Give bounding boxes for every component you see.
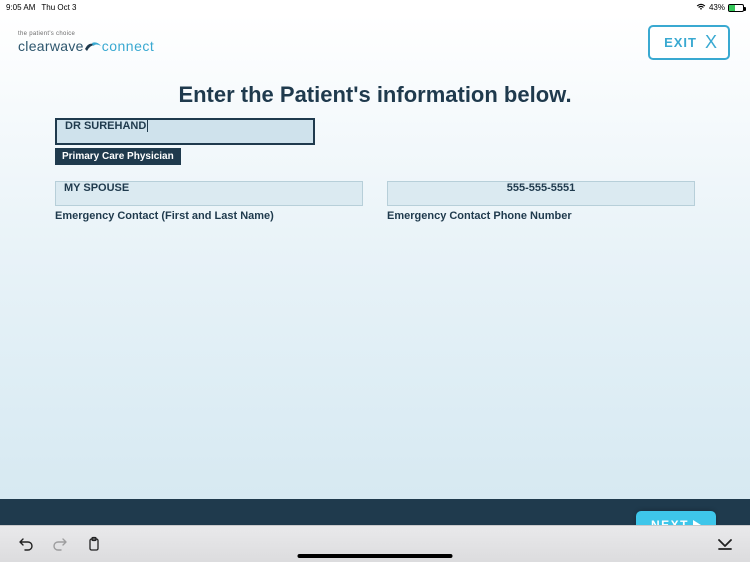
redo-icon: [52, 536, 68, 552]
exit-label: EXIT: [664, 35, 697, 50]
primary-care-label: Primary Care Physician: [55, 148, 181, 165]
home-indicator[interactable]: [298, 554, 453, 558]
wifi-icon: [696, 3, 706, 13]
emergency-name-value: MY SPOUSE: [64, 182, 129, 194]
toolbar-right: [716, 536, 732, 552]
toolbar-left: [18, 536, 102, 552]
ios-status-bar: 9:05 AM Thu Oct 3 43%: [0, 0, 750, 15]
row-emergency: MY SPOUSE Emergency Contact (First and L…: [55, 181, 695, 222]
undo-icon[interactable]: [18, 536, 34, 552]
emergency-phone-input[interactable]: 555-555-5551: [387, 181, 695, 206]
brand: the patient's choice clearwave connect: [18, 31, 154, 54]
brand-line: clearwave connect: [18, 38, 154, 54]
app-root: the patient's choice clearwave connect E…: [0, 15, 750, 525]
exit-button[interactable]: EXIT X: [648, 25, 730, 60]
brand-tagline: the patient's choice: [18, 31, 154, 37]
status-time: 9:05 AM: [6, 3, 35, 12]
app-header: the patient's choice clearwave connect E…: [0, 15, 750, 60]
battery-icon: [728, 4, 744, 12]
page-title: Enter the Patient's information below.: [0, 60, 750, 118]
brand-clearwave: clearwave: [18, 38, 84, 54]
clipboard-icon[interactable]: [86, 536, 102, 552]
emergency-phone-value: 555-555-5551: [507, 182, 576, 194]
ios-input-toolbar: [0, 525, 750, 562]
primary-care-value: DR SUREHAND: [65, 120, 148, 132]
close-icon: X: [705, 36, 718, 49]
row-primary-care: DR SUREHAND Primary Care Physician: [55, 118, 695, 177]
status-left: 9:05 AM Thu Oct 3: [6, 3, 76, 12]
status-date: Thu Oct 3: [41, 3, 76, 12]
emergency-name-label: Emergency Contact (First and Last Name): [55, 210, 363, 222]
emergency-phone-label: Emergency Contact Phone Number: [387, 210, 695, 222]
emergency-name-input[interactable]: MY SPOUSE: [55, 181, 363, 206]
status-right: 43%: [696, 3, 744, 13]
primary-care-input[interactable]: DR SUREHAND: [55, 118, 315, 145]
battery-percent: 43%: [709, 3, 725, 12]
brand-connect: connect: [102, 38, 155, 54]
brand-swoosh-icon: [84, 39, 102, 53]
keyboard-down-icon[interactable]: [716, 536, 732, 552]
patient-form: DR SUREHAND Primary Care Physician MY SP…: [0, 118, 750, 222]
